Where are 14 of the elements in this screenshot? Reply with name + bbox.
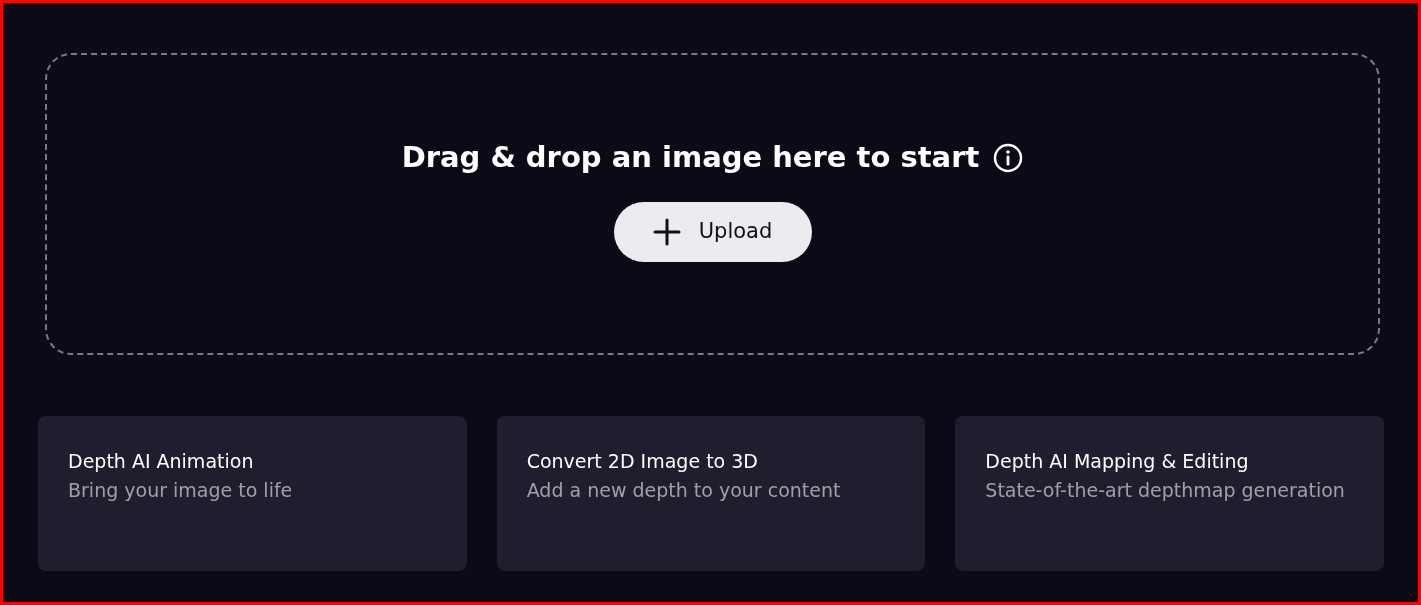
feature-card[interactable]: Depth AI Animation Bring your image to life: [38, 416, 467, 571]
feature-card[interactable]: Depth AI Mapping & Editing State-of-the-art depthmap generation: [955, 416, 1384, 571]
plus-icon: [652, 217, 681, 246]
card-description: Add a new depth to your content: [526, 477, 842, 503]
card-description: Bring your image to life: [68, 477, 294, 503]
upload-button[interactable]: Upload: [613, 201, 812, 262]
info-icon[interactable]: [993, 143, 1024, 173]
card-title: Depth AI Mapping & Editing: [985, 449, 1250, 474]
feature-card[interactable]: Convert 2D Image to 3D Add a new depth to your content: [496, 416, 926, 571]
drop-zone[interactable]: Drag & drop an image here to start Upload: [45, 53, 1380, 355]
card-title: Depth AI Animation: [68, 449, 255, 474]
card-description: State-of-the-art depthmap generation: [985, 477, 1346, 503]
drop-zone-title: Drag & drop an image here to start: [401, 139, 980, 177]
card-title: Convert 2D Image to 3D: [526, 449, 759, 474]
